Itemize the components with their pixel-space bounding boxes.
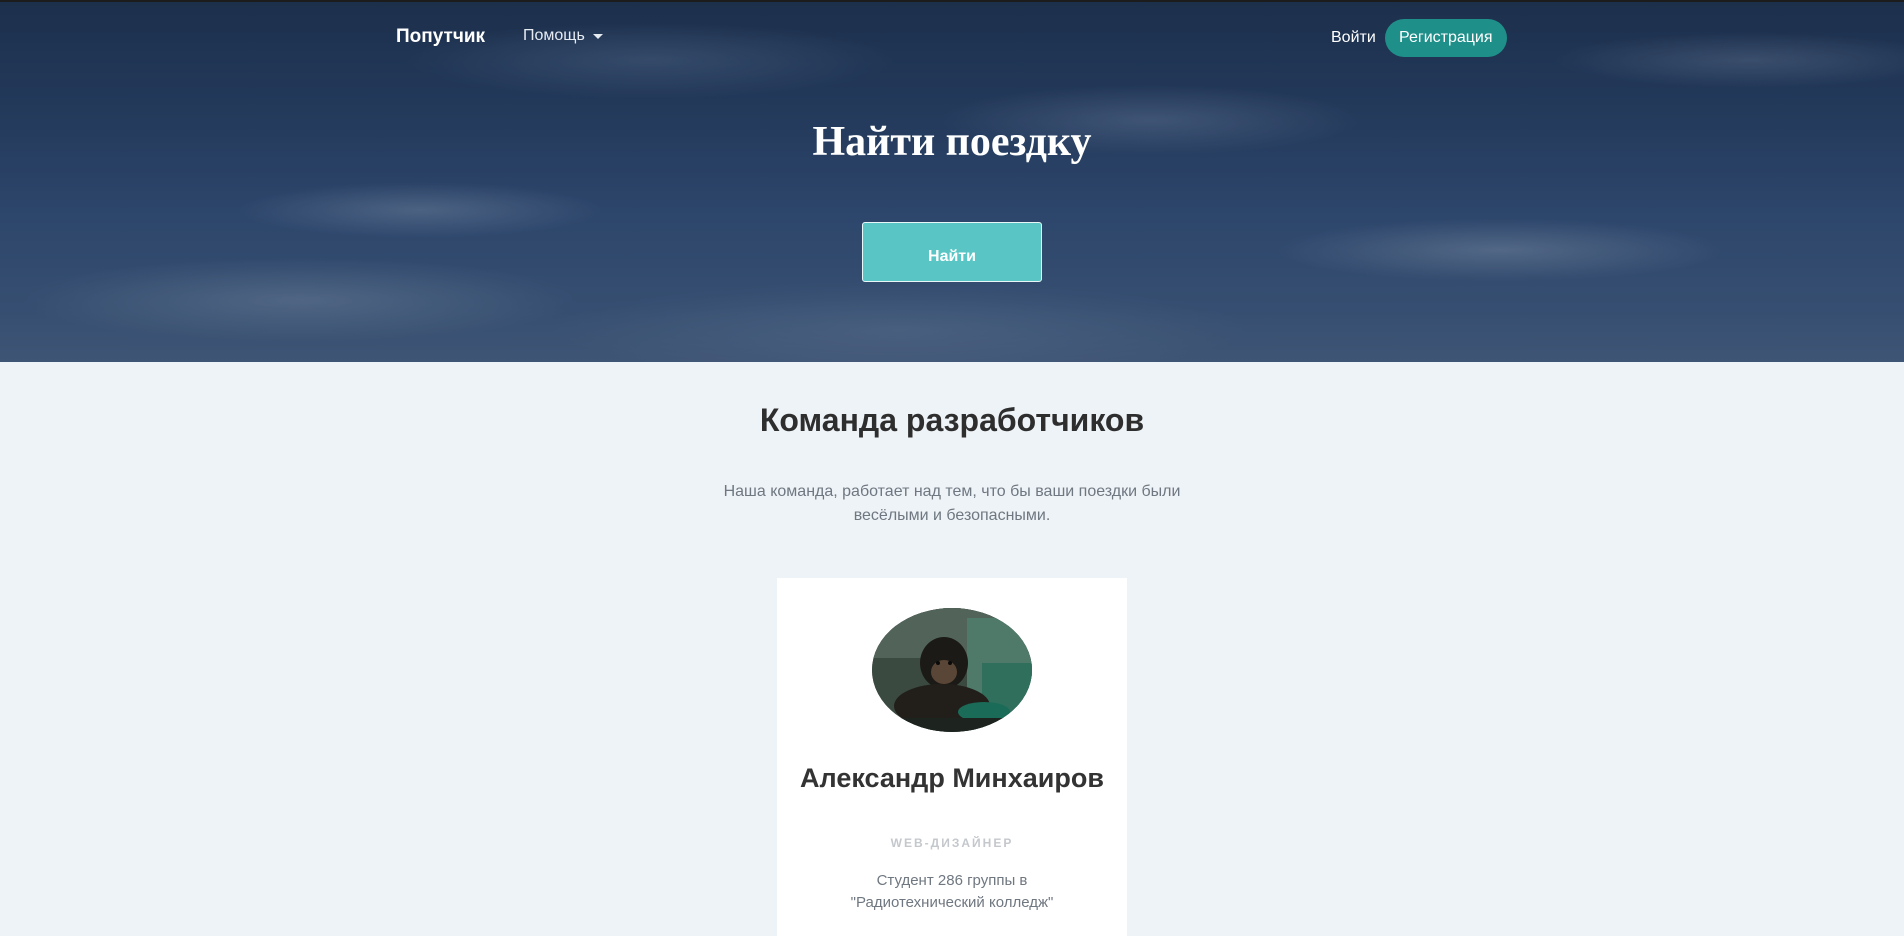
member-description: Студент 286 группы в "Радиотехнический к… (850, 872, 1054, 911)
hero-section: Попутчик Помощь Войти Регистрация Найти … (0, 0, 1904, 362)
hero-title: Найти поездку (812, 119, 1092, 165)
find-button[interactable]: Найти (862, 222, 1042, 282)
member-name: Александр Минхаиров (800, 763, 1104, 793)
register-button[interactable]: Регистрация (1385, 19, 1507, 57)
member-avatar (872, 608, 1032, 732)
login-link[interactable]: Войти (1331, 29, 1376, 47)
brand-logo[interactable]: Попутчик (396, 26, 485, 48)
member-role: WEB-ДИЗАЙНЕР (890, 836, 1014, 850)
help-dropdown-label: Помощь (523, 27, 585, 44)
caret-down-icon (592, 33, 603, 39)
top-border (0, 0, 1904, 2)
team-section-title: Команда разработчиков (759, 402, 1145, 438)
help-dropdown[interactable]: Помощь (523, 27, 603, 45)
chimpanzee-photo (872, 608, 1032, 732)
team-member-card: Александр Минхаиров WEB-ДИЗАЙНЕР Студент… (777, 578, 1127, 936)
team-section-description: Наша команда, работает над тем, что бы в… (723, 483, 1181, 524)
navbar: Попутчик Помощь Войти Регистрация (0, 14, 1904, 62)
